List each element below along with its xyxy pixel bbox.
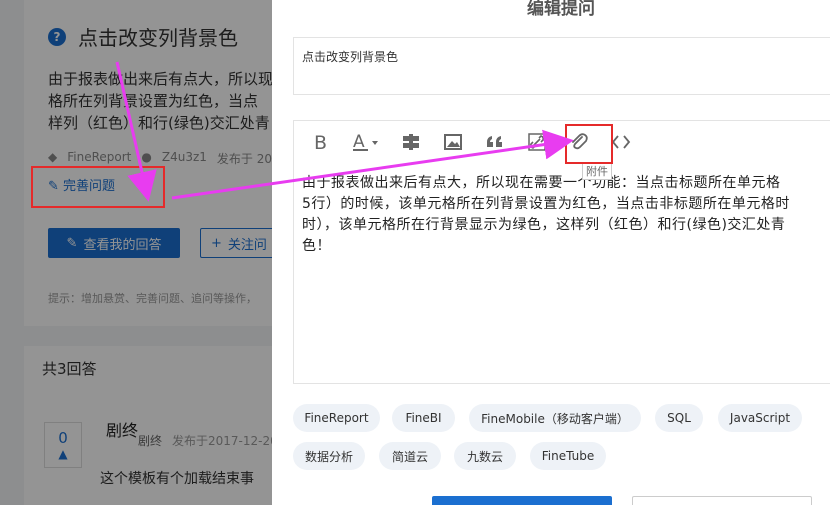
highlight-improve-question bbox=[31, 166, 165, 208]
tag-item[interactable]: FineReport bbox=[293, 404, 380, 432]
editor-toolbar: B A bbox=[294, 121, 830, 163]
font-color-icon[interactable]: A bbox=[350, 129, 382, 155]
attachment-tooltip: 附件 bbox=[582, 162, 612, 180]
tag-item[interactable]: 简道云 bbox=[379, 442, 441, 470]
editor-line: 时），该单元格所在行背景显示为绿色，这样列（红色）和行(绿色)交汇处青 bbox=[302, 217, 786, 233]
editor-line: 由于报表做出来后有点大，所以现在需要一个功能：当点击标题所在单元格 bbox=[302, 175, 781, 191]
bold-icon[interactable]: B bbox=[308, 129, 334, 155]
modal-title: 编辑提问 bbox=[527, 0, 595, 19]
tag-item[interactable]: 九数云 bbox=[454, 442, 516, 470]
link-icon[interactable] bbox=[524, 129, 550, 155]
editor-line: 5行）的时候，该单元格所在列背景设置为红色，当点击非标题所在单元格时 bbox=[302, 196, 790, 212]
tag-item[interactable]: FineBI bbox=[392, 404, 455, 432]
quote-icon[interactable] bbox=[482, 129, 508, 155]
edit-question-modal: 编辑提问 点击改变列背景色 B A 由于报表做出来后有点大，所以现在需要一个功能… bbox=[272, 0, 830, 505]
divider-icon[interactable] bbox=[398, 129, 424, 155]
highlight-attachment-icon bbox=[565, 124, 613, 164]
tag-item[interactable]: JavaScript bbox=[718, 404, 802, 432]
question-title-input[interactable]: 点击改变列背景色 bbox=[293, 37, 830, 95]
tag-item[interactable]: FineMobile（移动客户端） bbox=[469, 404, 641, 432]
cancel-button[interactable] bbox=[632, 496, 812, 505]
submit-button[interactable] bbox=[432, 496, 612, 505]
image-icon[interactable] bbox=[440, 129, 466, 155]
rich-text-editor: B A 由于报表做出来后有点大，所以现在需要一个功能：当点击标题所在单元格 5行… bbox=[293, 120, 830, 384]
editor-line: 色！ bbox=[302, 238, 331, 254]
tag-item[interactable]: FineTube bbox=[530, 442, 606, 470]
tag-item[interactable]: SQL bbox=[655, 404, 703, 432]
svg-text:B: B bbox=[314, 132, 327, 152]
tag-item[interactable]: 数据分析 bbox=[293, 442, 365, 470]
editor-content[interactable]: 由于报表做出来后有点大，所以现在需要一个功能：当点击标题所在单元格 5行）的时候… bbox=[302, 173, 830, 257]
